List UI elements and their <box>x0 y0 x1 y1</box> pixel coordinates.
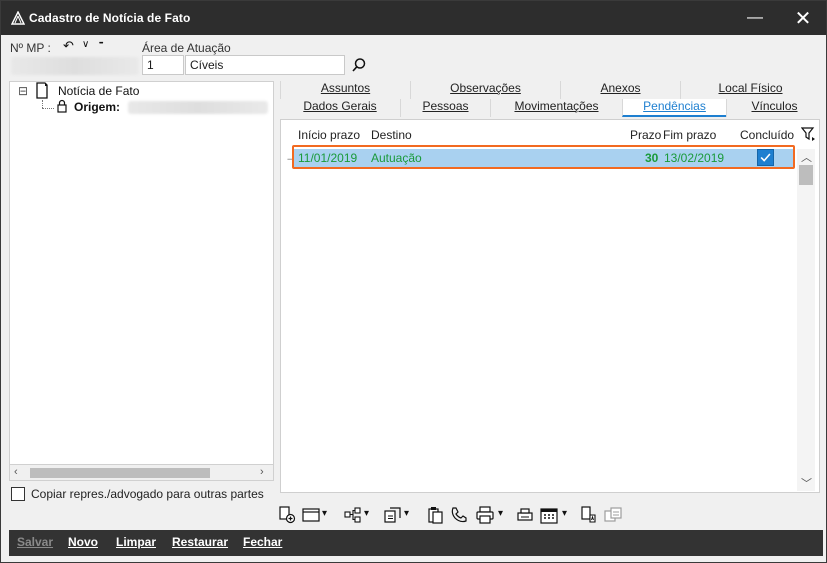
transfer-disabled-icon <box>604 507 622 522</box>
scroll-up-icon[interactable]: ︿ <box>801 149 812 165</box>
novo-button[interactable]: Novo <box>68 535 98 549</box>
calendar-icon[interactable] <box>540 506 558 524</box>
tree-connector <box>42 108 54 109</box>
clipboard-icon[interactable] <box>426 506 444 524</box>
lock-icon <box>57 99 67 113</box>
column-header-fim[interactable]: Fim prazo <box>663 128 716 142</box>
label-printer-icon[interactable] <box>516 506 534 524</box>
column-header-concluido[interactable]: Concluído <box>740 128 794 142</box>
salvar-button[interactable]: Salvar <box>17 535 53 549</box>
tab-vinculos[interactable]: Vínculos <box>726 99 822 117</box>
tab-row-bottom: Dados Gerais Pessoas Movimentações Pendê… <box>280 99 822 117</box>
chevron-down-icon[interactable]: ▾ <box>498 508 503 519</box>
tab-local-fisico[interactable]: Local Físico <box>680 81 820 99</box>
tab-pessoas[interactable]: Pessoas <box>400 99 490 117</box>
undo-icon[interactable]: ↶ <box>63 38 74 54</box>
scroll-right-icon[interactable]: › <box>260 466 264 478</box>
tab-pendencias[interactable]: Pendências <box>622 99 726 117</box>
tree-node-origem[interactable]: Origem: <box>74 100 120 114</box>
area-atuacao-label: Área de Atuação <box>142 41 231 55</box>
exchange-icon[interactable] <box>384 506 402 524</box>
tab-assuntos[interactable]: Assuntos <box>280 81 410 99</box>
chevron-down-icon[interactable]: ▾ <box>562 508 567 519</box>
printer-icon[interactable] <box>476 506 494 524</box>
document-sign-icon[interactable] <box>580 506 598 524</box>
close-button[interactable]: ✕ <box>780 1 826 35</box>
tree-horizontal-scrollbar[interactable]: ‹ › <box>9 464 274 481</box>
chevron-down-icon[interactable]: ▾ <box>322 508 327 519</box>
main-window: Cadastro de Notícia de Fato — ✕ Nº MP : … <box>0 0 827 563</box>
grid-vertical-scrollbar[interactable]: ︿ ﹀ <box>797 149 815 491</box>
tab-row-top: Assuntos Observações Anexos Local Físico <box>280 81 822 99</box>
row-highlight <box>292 145 795 169</box>
document-icon <box>36 82 48 99</box>
pendencias-grid: Início prazo Destino Prazo Fim prazo Con… <box>280 119 820 493</box>
minimize-button[interactable]: — <box>732 1 778 35</box>
tree-collapse-icon[interactable]: ⊟ <box>18 84 28 98</box>
action-bar: Salvar Novo Limpar Restaurar Fechar <box>9 530 823 556</box>
restaurar-button[interactable]: Restaurar <box>172 535 228 549</box>
filter-icon[interactable] <box>801 126 817 142</box>
scroll-left-icon[interactable]: ‹ <box>14 466 18 478</box>
tree-node-noticia[interactable]: Notícia de Fato <box>58 84 139 98</box>
column-header-inicio[interactable]: Início prazo <box>298 128 360 142</box>
title-bar: Cadastro de Notícia de Fato — ✕ <box>1 1 826 35</box>
tab-anexos[interactable]: Anexos <box>560 81 680 99</box>
limpar-button[interactable]: Limpar <box>116 535 156 549</box>
area-name-field[interactable]: Cíveis <box>185 55 345 75</box>
column-header-destino[interactable]: Destino <box>371 128 412 142</box>
search-icon[interactable] <box>351 57 367 73</box>
more-options-icon[interactable]: ••• <box>99 41 103 47</box>
area-code-field[interactable]: 1 <box>142 55 184 75</box>
chevron-down-icon[interactable]: ▾ <box>364 508 369 519</box>
window-icon[interactable] <box>302 506 320 524</box>
app-logo-icon <box>11 11 25 25</box>
tab-observacoes[interactable]: Observações <box>410 81 560 99</box>
tab-dados-gerais[interactable]: Dados Gerais <box>280 99 400 117</box>
scroll-thumb[interactable] <box>30 468 210 478</box>
chevron-down-icon[interactable]: ∨ <box>82 39 89 50</box>
copy-repres-checkbox[interactable] <box>11 487 25 501</box>
nmp-field-redacted[interactable] <box>11 57 139 75</box>
add-document-icon[interactable] <box>278 506 296 524</box>
phone-icon[interactable] <box>450 506 468 524</box>
window-title: Cadastro de Notícia de Fato <box>29 11 191 25</box>
nmp-label: Nº MP : <box>10 41 51 55</box>
scroll-thumb[interactable] <box>799 165 813 185</box>
tree-connector <box>42 100 43 108</box>
column-header-prazo[interactable]: Prazo <box>630 128 661 142</box>
scroll-down-icon[interactable]: ﹀ <box>801 475 812 491</box>
hierarchy-icon[interactable] <box>344 506 362 524</box>
tree-panel: ⊟ Notícia de Fato Origem: <box>9 81 274 481</box>
chevron-down-icon[interactable]: ▾ <box>404 508 409 519</box>
copy-repres-label: Copiar repres./advogado para outras part… <box>31 487 264 501</box>
fechar-button[interactable]: Fechar <box>243 535 282 549</box>
tab-movimentacoes[interactable]: Movimentações <box>490 99 622 117</box>
origem-value-redacted <box>128 101 268 114</box>
